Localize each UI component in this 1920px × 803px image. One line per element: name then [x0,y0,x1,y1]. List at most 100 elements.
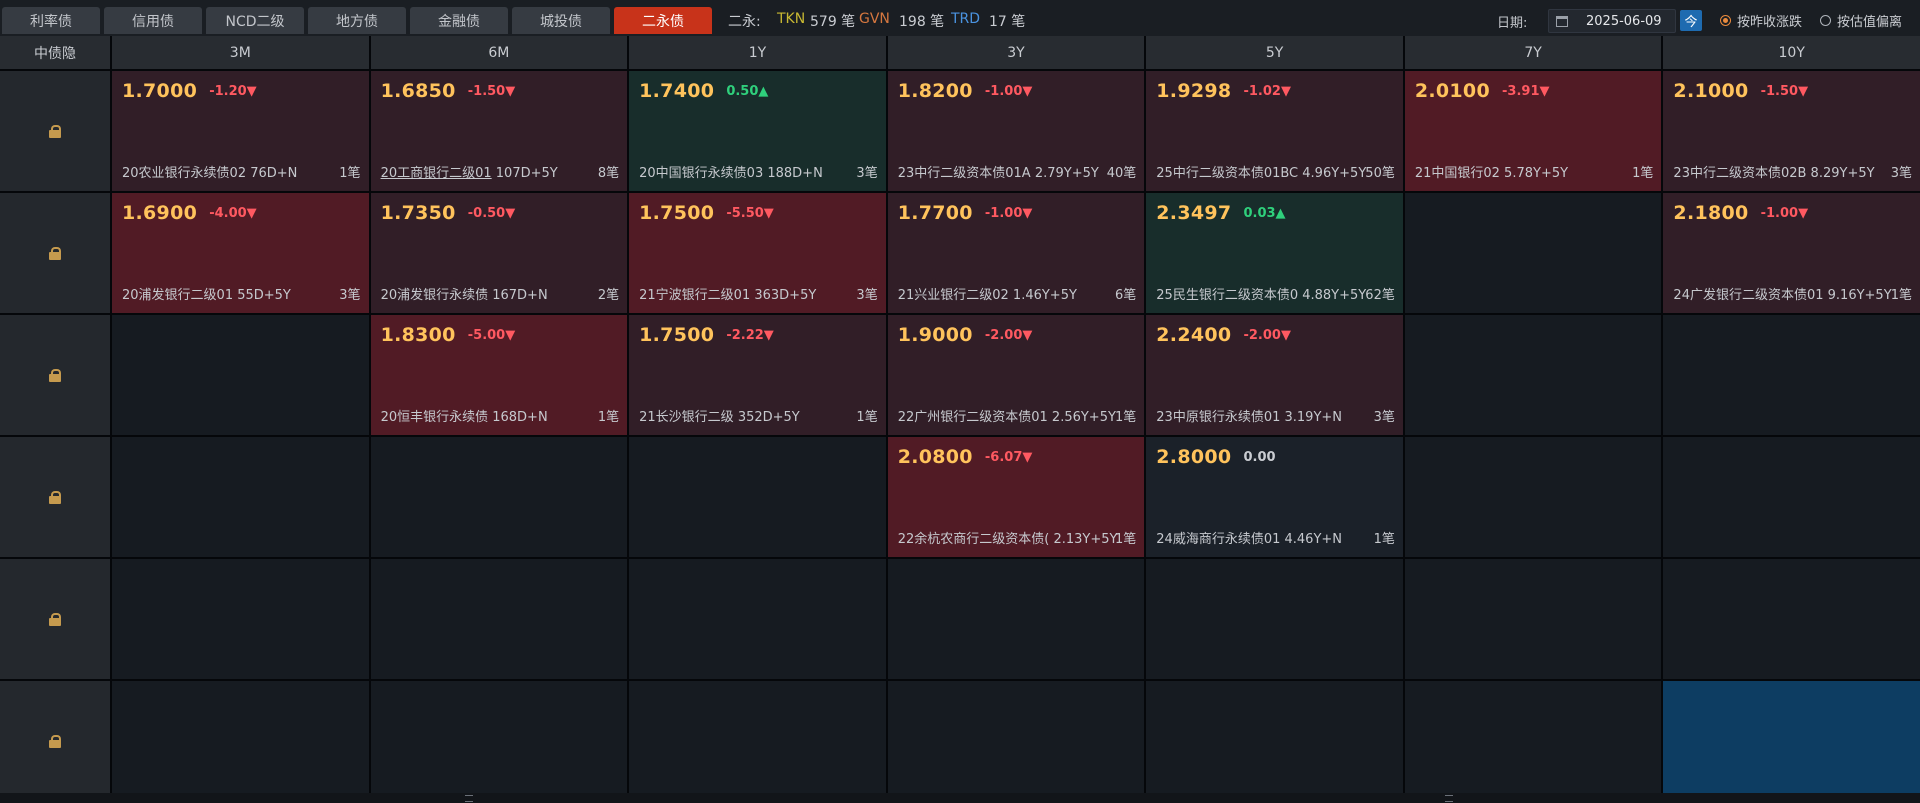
empty-cell[interactable] [1663,437,1920,557]
tenor-grid: 中债隐 3M 6M 1Y 3Y 5Y 7Y 10Y 1.7000 -1.20▼ 20农业银行永续债0… [0,36,1920,801]
tab-2[interactable]: 信用债 [104,7,202,34]
quote-cell[interactable]: 1.7000 -1.20▼ 20农业银行永续债02 76D+N 1笔 [112,71,369,191]
empty-cell[interactable] [887,559,1145,679]
quote-cell[interactable]: 1.7400 0.50▲ 20中国银行永续债03 188D+N 3笔 [629,71,886,191]
empty-cell[interactable] [887,681,1145,801]
quote-cell[interactable]: 2.1800 -1.00▼ 24广发银行二级资本债01 9.16Y+5Y 1笔 [1663,193,1920,313]
quote-cell[interactable]: 2.3497 0.03▲ 25民生银行二级资本债0 4.88Y+5Y 62笔 [1146,193,1403,313]
quote-bond-name: 25民生银行二级资本债0 4.88Y+5Y [1156,288,1367,303]
selected-empty-cell[interactable] [1663,681,1920,801]
empty-cell[interactable] [370,681,628,801]
empty-cell[interactable] [112,315,369,435]
column-header-3Y[interactable]: 3Y [887,36,1145,69]
empty-cell[interactable] [629,559,886,679]
empty-cell[interactable] [112,681,369,801]
quote-price: 1.6850 [380,80,456,102]
quote-trade-count: 2笔 [597,288,620,303]
splitter-grip-icon[interactable] [1445,795,1453,802]
tab-7[interactable]: 二永债 [614,7,712,34]
quote-change: -2.00▼ [984,328,1033,343]
quote-cell[interactable]: 1.6850 -1.50▼ 20工商银行二级01 107D+5Y 8笔 [370,71,628,191]
lock-icon[interactable] [49,735,61,748]
quote-cell[interactable]: 2.0100 -3.91▼ 21中国银行02 5.78Y+5Y 1笔 [1404,71,1662,191]
quote-cell[interactable]: 2.8000 0.00 24威海商行永续债01 4.46Y+N 1笔 [1146,437,1403,557]
column-header-10Y[interactable]: 10Y [1663,36,1920,69]
empty-cell[interactable] [1663,315,1920,435]
lock-icon[interactable] [49,491,61,504]
tkn-count: 579 笔 [810,14,856,30]
date-picker[interactable]: 2025-06-09 [1548,9,1676,33]
quote-trade-count: 1笔 [1115,410,1137,425]
quote-cell[interactable]: 1.7500 -5.50▼ 21宁波银行二级01 363D+5Y 3笔 [629,193,886,313]
empty-cell[interactable] [1404,193,1662,313]
quote-bond-name: 20恒丰银行永续债 168D+N [380,410,548,425]
row-lock-cell[interactable] [0,193,110,313]
radio-unselected-icon[interactable] [1820,15,1831,26]
quote-cell[interactable]: 1.8200 -1.00▼ 23中行二级资本债01A 2.79Y+5Y 40笔 [887,71,1145,191]
lock-icon[interactable] [49,613,61,626]
quote-cell[interactable]: 1.7350 -0.50▼ 20浦发银行永续债 167D+N 2笔 [370,193,628,313]
radio-selected-icon[interactable] [1720,15,1731,26]
row-lock-cell[interactable] [0,559,110,679]
bond-link[interactable]: 20工商银行二级01 [381,166,492,181]
row-lock-cell[interactable] [0,681,110,801]
empty-cell[interactable] [1404,437,1662,557]
lock-icon[interactable] [49,369,61,382]
empty-cell[interactable] [1146,681,1403,801]
bond-term: 107D+5Y [491,166,558,181]
row-lock-cell[interactable] [0,437,110,557]
horizontal-scrollbar[interactable] [0,793,1920,803]
row-lock-cell[interactable] [0,315,110,435]
empty-cell[interactable] [1663,559,1920,679]
quote-cell[interactable]: 2.1000 -1.50▼ 23中行二级资本债02B 8.29Y+5Y 3笔 [1663,71,1920,191]
empty-cell[interactable] [370,559,628,679]
date-label: 日期: [1497,16,1528,31]
column-header-7Y[interactable]: 7Y [1404,36,1662,69]
row-lock-cell[interactable] [0,71,110,191]
quote-change: -2.00▼ [1243,328,1291,343]
date-value[interactable]: 2025-06-09 [1586,14,1662,29]
empty-cell[interactable] [112,559,369,679]
quote-cell[interactable]: 1.8300 -5.00▼ 20恒丰银行永续债 168D+N 1笔 [370,315,628,435]
radio-label: 按昨收涨跌 [1737,15,1803,30]
quote-price: 1.7500 [639,324,715,346]
calendar-icon[interactable] [1556,15,1568,27]
tab-1[interactable]: 利率债 [2,7,100,34]
tab-4[interactable]: 地方债 [308,7,406,34]
empty-cell[interactable] [112,437,369,557]
tab-3[interactable]: NCD二级 [206,7,304,34]
empty-cell[interactable] [1146,559,1403,679]
quote-cell[interactable]: 2.2400 -2.00▼ 23中原银行永续债01 3.19Y+N 3笔 [1146,315,1403,435]
quote-change: -1.20▼ [209,84,257,99]
empty-cell[interactable] [629,681,886,801]
column-header-5Y[interactable]: 5Y [1146,36,1403,69]
splitter-grip-icon[interactable] [465,795,473,802]
quote-cell[interactable]: 1.9000 -2.00▼ 22广州银行二级资本债01 2.56Y+5Y 1笔 [887,315,1145,435]
quote-cell[interactable]: 1.7500 -2.22▼ 21长沙银行二级 352D+5Y 1笔 [629,315,886,435]
quote-cell[interactable]: 1.9298 -1.02▼ 25中行二级资本债01BC 4.96Y+5Y 50笔 [1146,71,1403,191]
quote-price: 1.8200 [897,80,973,102]
lock-icon[interactable] [49,247,61,260]
empty-cell[interactable] [1404,559,1662,679]
quote-trade-count: 1笔 [339,166,361,181]
empty-cell[interactable] [1404,315,1662,435]
quote-bond-name: 20浦发银行二级01 55D+5Y [122,288,291,303]
column-header-6M[interactable]: 6M [370,36,628,69]
column-header-3M[interactable]: 3M [112,36,369,69]
tab-6[interactable]: 城投债 [512,7,610,34]
empty-cell[interactable] [629,437,886,557]
quote-price: 2.1000 [1673,80,1749,102]
column-header-1Y[interactable]: 1Y [629,36,886,69]
quote-price: 1.7700 [897,202,973,224]
quote-cell[interactable]: 1.6900 -4.00▼ 20浦发银行二级01 55D+5Y 3笔 [112,193,369,313]
radio-prev-close[interactable]: 按昨收涨跌 [1720,11,1802,30]
empty-cell[interactable] [1404,681,1662,801]
quote-cell[interactable]: 1.7700 -1.00▼ 21兴业银行二级02 1.46Y+5Y 6笔 [887,193,1145,313]
radio-valuation-deviation[interactable]: 按估值偏离 [1820,11,1902,30]
empty-cell[interactable] [370,437,628,557]
lock-icon[interactable] [49,125,61,138]
today-button[interactable]: 今 [1680,10,1702,31]
quote-cell[interactable]: 2.0800 -6.07▼ 22余杭农商行二级资本债( 2.13Y+5Y 1笔 [887,437,1145,557]
tab-5[interactable]: 金融债 [410,7,508,34]
radio-label: 按估值偏离 [1837,15,1903,30]
